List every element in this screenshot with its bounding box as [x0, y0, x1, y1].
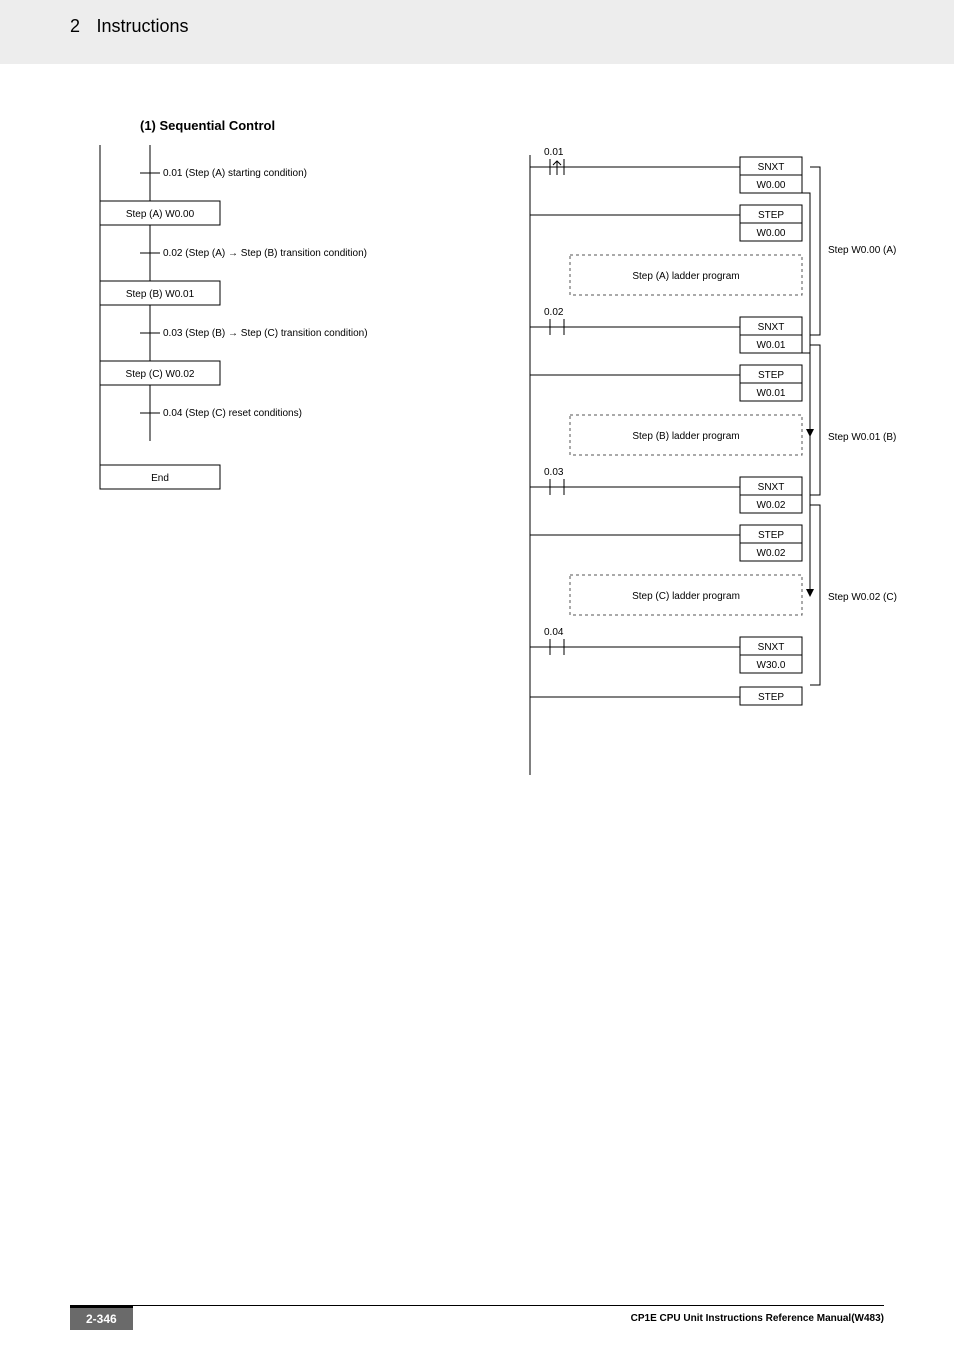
manual-title: CP1E CPU Unit Instructions Reference Man… — [631, 1313, 884, 1324]
stepB-label: Step W0.01 (B) — [828, 432, 896, 443]
page-number: 2-346 — [70, 1306, 133, 1330]
chapter-number: 2 — [70, 16, 80, 36]
rung2-addr: 0.02 — [544, 307, 564, 318]
rung1-addr: 0.01 — [544, 147, 564, 158]
cond-ab-text: 0.02 (Step (A) → Step (B) transition con… — [163, 248, 367, 259]
stepA-inst: STEP — [758, 210, 784, 221]
page-header: 2 Instructions — [0, 0, 954, 64]
rung4-op: W30.0 — [757, 660, 786, 671]
stepB-prog: Step (B) ladder program — [632, 431, 739, 442]
rung1-op: W0.00 — [757, 180, 786, 191]
page-footer: 2-346 CP1E CPU Unit Instructions Referen… — [0, 1306, 954, 1330]
stepA-label: Step W0.00 (A) — [828, 245, 896, 256]
stepA-op: W0.00 — [757, 228, 786, 239]
rung3-addr: 0.03 — [544, 467, 564, 478]
cond-c-reset-text: 0.04 (Step (C) reset conditions) — [163, 408, 302, 419]
rung4-inst: SNXT — [758, 642, 785, 653]
final-inst: STEP — [758, 692, 784, 703]
rung3-inst: SNXT — [758, 482, 785, 493]
page: 2 Instructions (1) Sequential Control 0.… — [0, 0, 954, 1350]
step-a-text: Step (A) W0.00 — [126, 209, 195, 220]
end-text: End — [151, 473, 169, 484]
rung4-addr: 0.04 — [544, 627, 564, 638]
ladder-diagram: 0.01 SNXT W0.00 STEP W0.00 Step (A) ladd… — [510, 145, 940, 785]
stepB-op: W0.01 — [757, 388, 786, 399]
rung2-op: W0.01 — [757, 340, 786, 351]
rung3-op: W0.02 — [757, 500, 786, 511]
stepB-inst: STEP — [758, 370, 784, 381]
cond-a-start-text: 0.01 (Step (A) starting condition) — [163, 168, 307, 179]
stepC-op: W0.02 — [757, 548, 786, 559]
chapter-title: Instructions — [96, 16, 188, 36]
stepC-prog: Step (C) ladder program — [632, 591, 740, 602]
stepA-prog: Step (A) ladder program — [632, 271, 739, 282]
rung2-inst: SNXT — [758, 322, 785, 333]
step-b-text: Step (B) W0.01 — [126, 289, 195, 300]
step-c-text: Step (C) W0.02 — [126, 369, 195, 380]
section-subheading: (1) Sequential Control — [140, 118, 275, 133]
cond-bc-text: 0.03 (Step (B) → Step (C) transition con… — [163, 328, 368, 339]
stepC-label: Step W0.02 (C) — [828, 592, 897, 603]
flowchart-diagram: 0.01 (Step (A) starting condition) Step … — [80, 145, 440, 545]
rung1-inst: SNXT — [758, 162, 785, 173]
stepC-inst: STEP — [758, 530, 784, 541]
